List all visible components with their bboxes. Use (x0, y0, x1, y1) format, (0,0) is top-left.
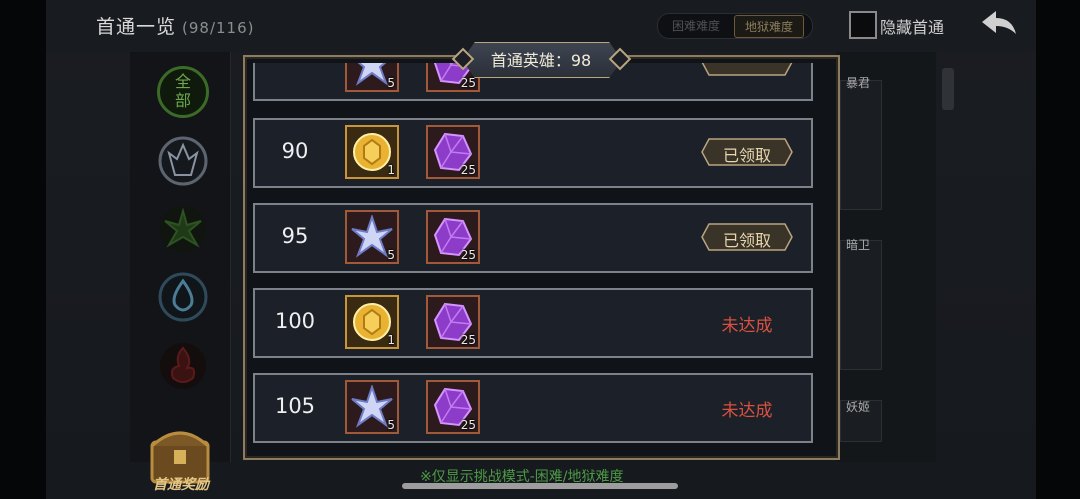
dialog-title: 首通英雄：98 (490, 51, 592, 70)
reward-slot[interactable]: 5 (345, 210, 399, 264)
progress-count: (98/116) (182, 19, 255, 37)
page-title: 首通一览 (98/116) (96, 12, 255, 39)
unmet-status-text: 未达成 (721, 316, 773, 336)
reward-row: 95 5 25 已领取 (253, 203, 813, 273)
reward-slot[interactable]: 1 (345, 295, 399, 349)
unmet-status-text: 未达成 (721, 401, 773, 421)
hero-count-threshold: 105 (274, 394, 316, 418)
hide-cleared-checkbox[interactable] (849, 11, 877, 39)
reward-row: 100 1 25 未达成 (253, 288, 813, 358)
hero-count-threshold: 90 (281, 139, 309, 163)
hero-count-threshold: 100 (274, 309, 316, 333)
reward-quantity: 25 (460, 418, 476, 432)
reward-slot[interactable]: 25 (426, 380, 480, 434)
hero-card[interactable] (840, 80, 882, 210)
hero-count-threshold: 95 (281, 224, 309, 248)
chest-label: 首通奖励 (153, 477, 209, 493)
reward-quantity: 25 (460, 76, 476, 90)
status-text: 已领取 (722, 231, 771, 250)
back-arrow-icon[interactable] (978, 8, 1020, 40)
reward-quantity: 5 (387, 76, 395, 90)
reward-quantity: 1 (387, 333, 395, 347)
faction-crown-icon[interactable] (157, 135, 209, 187)
first-clear-rewards-dialog: 5 25 90 1 25 已领取 95 5 25 已领取 100 1 25 未达… (243, 55, 840, 460)
list-scrollbar[interactable] (942, 68, 954, 110)
reward-quantity: 1 (387, 163, 395, 177)
difficulty-hell-option[interactable]: 地狱难度 (734, 15, 805, 38)
status-text: 已领取 (722, 146, 771, 165)
home-indicator[interactable] (402, 483, 678, 489)
category-all-label: 全部 (174, 72, 191, 110)
difficulty-hard-option[interactable]: 困难难度 (672, 17, 720, 34)
reward-quantity: 5 (387, 248, 395, 262)
reward-slot[interactable]: 1 (345, 125, 399, 179)
status-badge-frame (701, 63, 793, 76)
reward-list[interactable]: 5 25 90 1 25 已领取 95 5 25 已领取 100 1 25 未达… (249, 63, 830, 448)
reward-quantity: 25 (460, 163, 476, 177)
hero-name: 暴君 (846, 76, 871, 90)
hero-card[interactable] (840, 240, 882, 370)
reward-slot[interactable]: 25 (426, 210, 480, 264)
reward-slot[interactable]: 5 (345, 63, 399, 92)
claimed-status-badge: 已领取 (701, 222, 793, 252)
reward-slot[interactable]: 25 (426, 295, 480, 349)
hero-name: 暗卫 (846, 238, 871, 252)
reward-row: 90 1 25 已领取 (253, 118, 813, 188)
reward-row: 105 5 25 未达成 (253, 373, 813, 443)
faction-water-icon[interactable] (157, 271, 209, 323)
reward-slot[interactable]: 25 (426, 125, 480, 179)
hide-cleared-label: 隐藏首通 (880, 18, 945, 37)
reward-quantity: 5 (387, 418, 395, 432)
page-title-text: 首通一览 (96, 16, 177, 38)
difficulty-toggle[interactable]: 困难难度 地狱难度 (657, 13, 813, 39)
faction-leaf-icon[interactable] (157, 203, 209, 255)
hero-name: 妖姬 (846, 400, 871, 414)
reward-quantity: 25 (460, 248, 476, 262)
reward-quantity: 25 (460, 333, 476, 347)
reward-slot[interactable]: 5 (345, 380, 399, 434)
category-all-icon[interactable]: 全部 (157, 66, 209, 118)
faction-fire-icon[interactable] (157, 340, 209, 392)
claimed-status-badge: 已领取 (701, 137, 793, 167)
